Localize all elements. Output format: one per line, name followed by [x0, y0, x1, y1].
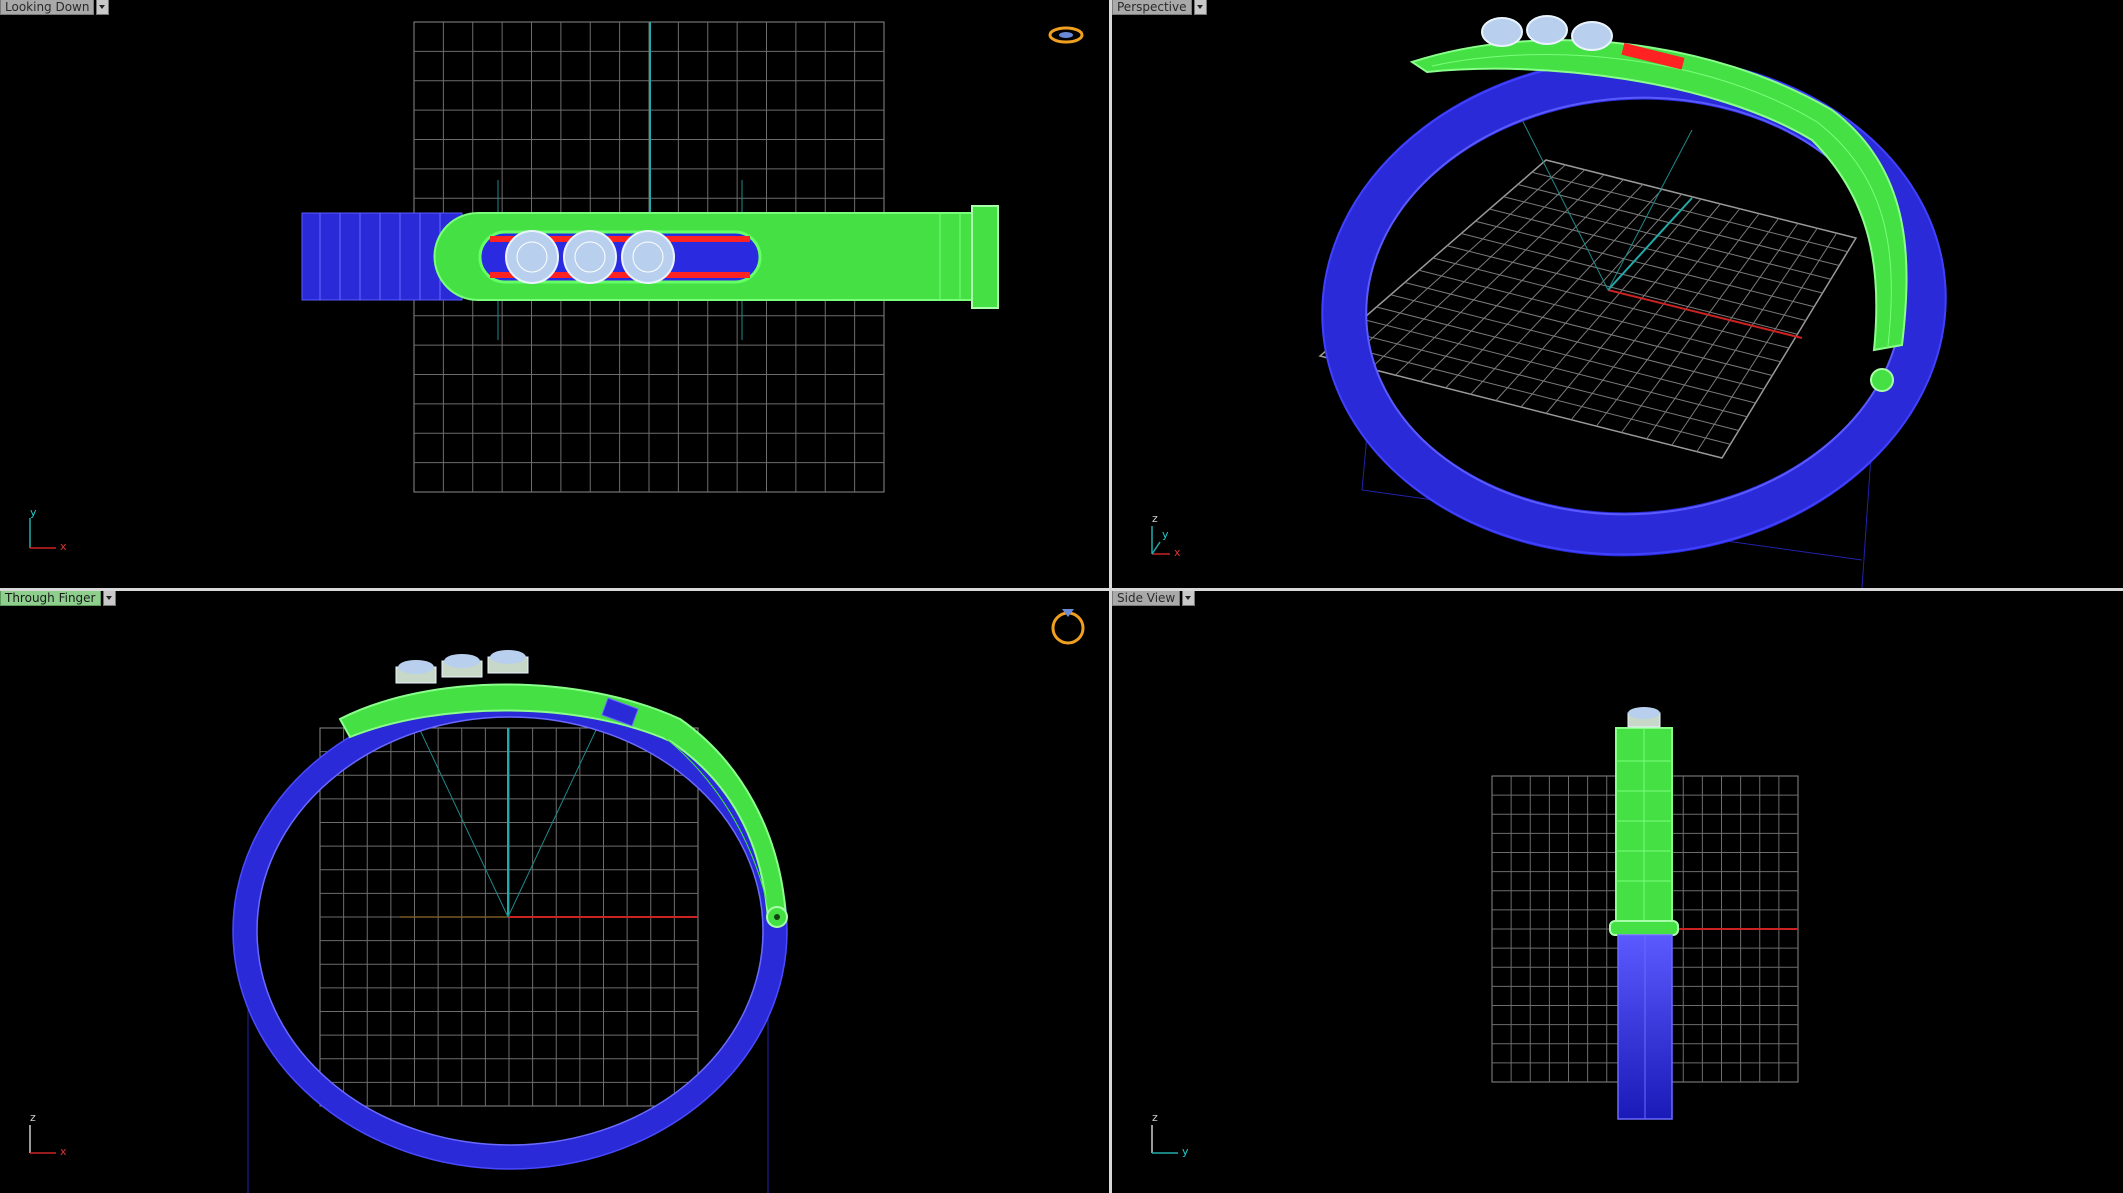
viewport-perspective[interactable]: 04 mm Perspective z y x	[1112, 0, 2123, 588]
viewport-dropdown-icon[interactable]	[1182, 591, 1196, 606]
viewport-name[interactable]: Through Finger	[0, 591, 101, 606]
grid-line	[1404, 282, 1773, 376]
hinge-clasp	[971, 205, 999, 309]
looking-down-canvas[interactable]	[0, 0, 1109, 588]
x-axis-line	[1607, 289, 1803, 339]
ring-top-view-icon[interactable]	[1048, 24, 1084, 46]
grid-line	[1376, 306, 1756, 404]
side-view-canvas[interactable]	[1112, 591, 2123, 1193]
grid-line	[1348, 331, 1739, 431]
viewport-label-side-view[interactable]: Side View	[1112, 591, 1196, 606]
viewport-name[interactable]: Looking Down	[0, 0, 95, 15]
stones-front	[395, 650, 529, 684]
axis-indicator: z x	[26, 1111, 67, 1159]
hinge-clasp	[1609, 920, 1679, 936]
stones-perspective	[1481, 15, 1613, 51]
viewport-label-looking-down[interactable]: Looking Down	[0, 0, 110, 15]
axis-y-label: y	[1162, 528, 1169, 541]
shank-blue-section	[233, 693, 787, 1169]
axis-x-label: x	[1174, 546, 1181, 559]
axis-x-label: x	[60, 540, 67, 553]
axis-z-label: z	[30, 1111, 36, 1124]
viewport-name[interactable]: Perspective	[1112, 0, 1192, 15]
viewport-dropdown-icon[interactable]	[1193, 0, 1207, 15]
viewport-dropdown-icon[interactable]	[96, 0, 110, 15]
viewport-through-finger[interactable]: Through Finger z x	[0, 591, 1109, 1193]
through-finger-canvas[interactable]	[0, 591, 1109, 1193]
viewport-label-perspective[interactable]: Perspective	[1112, 0, 1207, 15]
axis-z-label: z	[1152, 1111, 1158, 1124]
perspective-canvas[interactable]: 04 mm	[1112, 0, 2123, 588]
grid-line	[1570, 208, 1741, 421]
axis-y-label: y	[1182, 1145, 1189, 1158]
y-axis-line	[1607, 197, 1693, 291]
viewport-dropdown-icon[interactable]	[102, 591, 116, 606]
viewport-divider-horizontal[interactable]	[0, 588, 2123, 591]
viewport-looking-down[interactable]: Looking Down y x	[0, 0, 1109, 588]
axis-indicator: z y	[1148, 1111, 1189, 1159]
axis-indicator: z y x	[1148, 512, 1188, 560]
grid-line	[1362, 318, 1748, 418]
viewport-label-through-finger[interactable]: Through Finger	[0, 591, 116, 606]
axis-z-label: z	[1152, 512, 1158, 525]
stones-top	[505, 230, 675, 284]
grid-line	[1390, 294, 1764, 390]
viewport-name[interactable]: Side View	[1112, 591, 1181, 606]
viewport-side-view[interactable]: Side View z y	[1112, 591, 2123, 1193]
ring-front-view-icon[interactable]	[1048, 601, 1088, 647]
axis-x-label: x	[60, 1145, 67, 1158]
axis-indicator: y x	[26, 506, 67, 553]
grid-line	[1696, 232, 1838, 452]
hinge-clasp	[1870, 368, 1894, 392]
axis-y-label: y	[30, 506, 37, 519]
